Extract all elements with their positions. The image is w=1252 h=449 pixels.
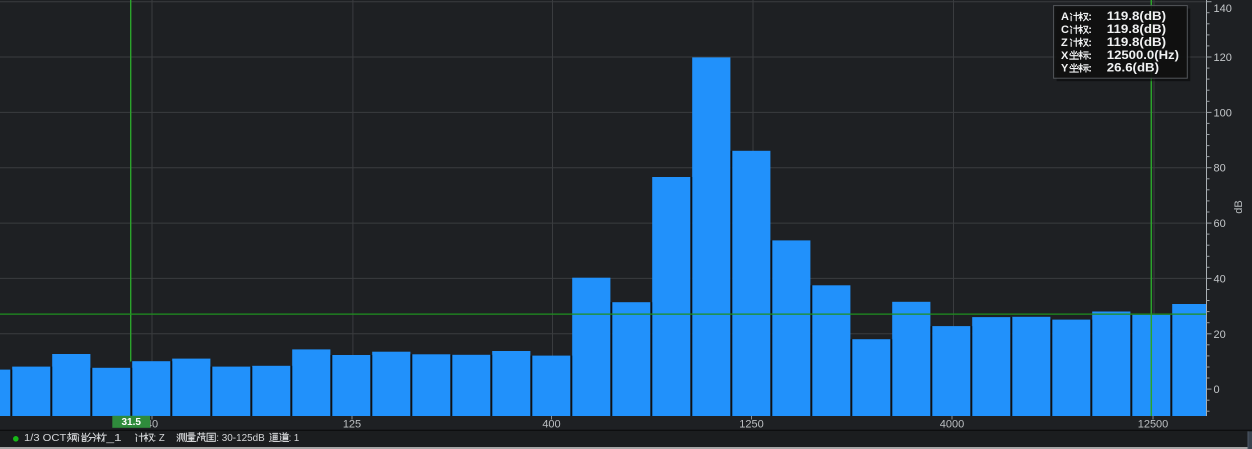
svg-text:40: 40 (1214, 273, 1226, 285)
svg-text::: : (1088, 11, 1092, 23)
svg-text:140: 140 (1214, 3, 1232, 15)
svg-text:: Z: : Z (154, 432, 166, 444)
svg-text:1250: 1250 (739, 418, 763, 430)
svg-text:20: 20 (1214, 329, 1226, 341)
svg-text:1/3 OCT: 1/3 OCT (24, 432, 67, 444)
svg-text:0: 0 (1214, 384, 1220, 396)
svg-text:400: 400 (542, 418, 560, 430)
svg-text:31.5: 31.5 (121, 417, 141, 428)
svg-text:_1: _1 (105, 432, 122, 444)
svg-text:C: C (1061, 24, 1069, 36)
svg-text:80: 80 (1214, 163, 1226, 175)
svg-text:Y: Y (1061, 63, 1069, 75)
svg-text:dB: dB (1233, 200, 1245, 213)
svg-text:119.8(dB): 119.8(dB) (1107, 35, 1166, 49)
svg-text:125: 125 (343, 418, 361, 430)
svg-text:4000: 4000 (940, 418, 964, 430)
svg-text:X: X (1061, 50, 1069, 62)
svg-text::: : (1088, 50, 1092, 62)
svg-text:120: 120 (1214, 52, 1232, 64)
svg-text::: : (1088, 63, 1092, 75)
svg-text:12500: 12500 (1138, 418, 1169, 430)
svg-text:A: A (1061, 11, 1069, 23)
svg-text:: 30-125dB: : 30-125dB (216, 432, 265, 444)
svg-text:26.6(dB): 26.6(dB) (1107, 61, 1159, 75)
svg-text:100: 100 (1214, 107, 1232, 119)
svg-text:60: 60 (1214, 218, 1226, 230)
svg-text:: 1: : 1 (289, 432, 300, 444)
svg-text::: : (1088, 24, 1092, 36)
svg-text:119.8(dB): 119.8(dB) (1107, 22, 1166, 36)
svg-text:Z: Z (1061, 37, 1068, 49)
svg-text::: : (1088, 37, 1092, 49)
